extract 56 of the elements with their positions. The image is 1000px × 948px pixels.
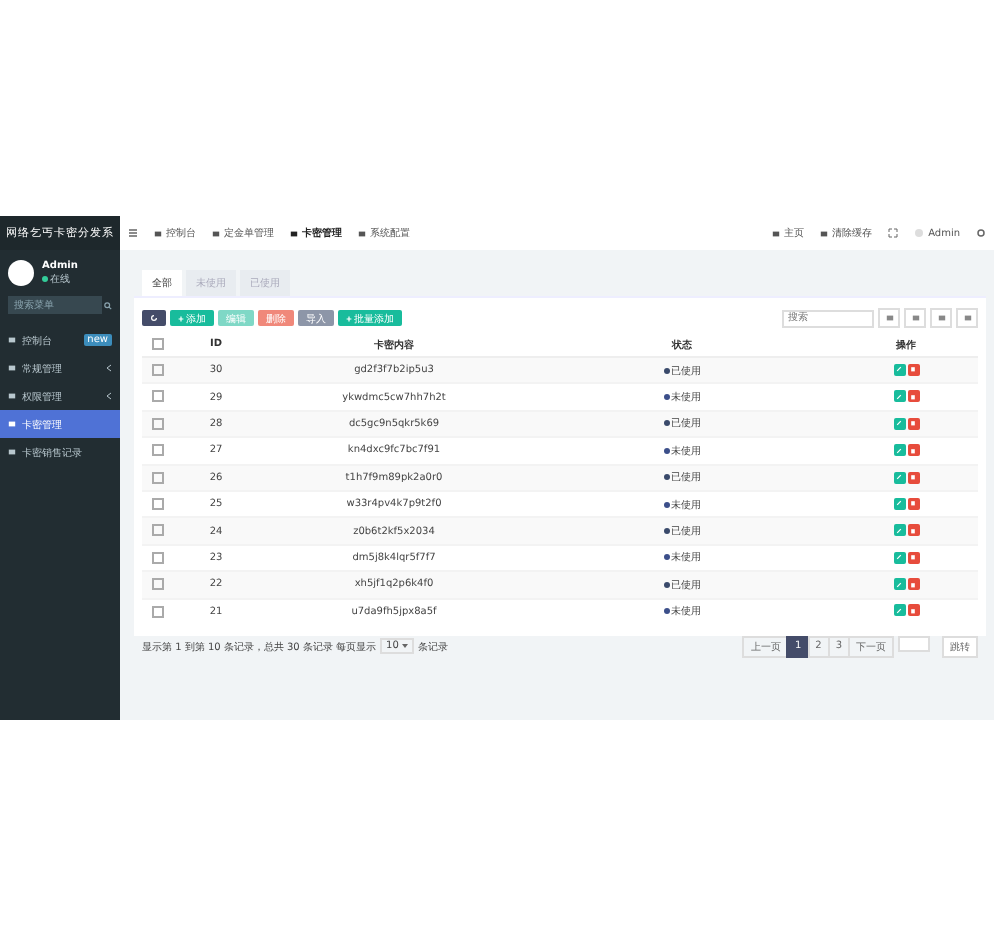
row-checkbox[interactable] (152, 417, 164, 430)
avatar (8, 260, 34, 286)
row-checkbox[interactable] (152, 578, 164, 591)
pencil-icon (896, 500, 902, 507)
edit-button[interactable] (893, 471, 905, 483)
edit-button[interactable] (893, 578, 905, 591)
delete-button[interactable] (907, 363, 919, 376)
row-checkbox[interactable] (152, 524, 164, 537)
avatar-icon (914, 228, 925, 238)
delete-button[interactable] (907, 551, 919, 564)
pencil-icon (896, 581, 902, 588)
fullscreen-icon[interactable] (888, 228, 899, 238)
pencil-icon (896, 366, 902, 373)
pencil-icon (896, 607, 902, 614)
delete-button[interactable] (907, 444, 919, 457)
delete-button[interactable] (907, 604, 919, 617)
row-checkbox[interactable] (152, 364, 164, 376)
row-checkbox[interactable] (152, 497, 164, 510)
row-checkbox[interactable] (152, 551, 164, 564)
pencil-icon (896, 554, 902, 561)
delete-button[interactable] (907, 578, 919, 591)
toggle-button[interactable] (930, 308, 952, 328)
delete-button[interactable] (907, 471, 919, 483)
refresh-button[interactable] (142, 310, 166, 326)
pencil-icon (896, 393, 902, 400)
search-button[interactable] (956, 308, 978, 328)
edit-button[interactable] (893, 390, 905, 403)
export-button[interactable] (904, 308, 926, 328)
delete-button[interactable] (907, 524, 919, 537)
delete-button[interactable] (907, 497, 919, 510)
edit-button[interactable] (893, 417, 905, 430)
columns-button[interactable] (878, 308, 900, 328)
delete-button[interactable] (907, 417, 919, 430)
plus-icon (346, 315, 352, 321)
edit-button[interactable] (893, 363, 905, 376)
plus-icon (178, 315, 184, 321)
edit-button[interactable] (893, 604, 905, 617)
edit-button[interactable] (893, 551, 905, 564)
online-dot-icon (42, 276, 48, 282)
edit-button[interactable] (893, 444, 905, 457)
pencil-icon (896, 474, 902, 480)
edit-button[interactable] (893, 524, 905, 537)
delete-button[interactable] (907, 390, 919, 403)
edit-button[interactable] (893, 497, 905, 510)
page-input[interactable] (898, 635, 930, 652)
row-checkbox[interactable] (152, 471, 164, 484)
refresh-icon (150, 314, 158, 322)
row-checkbox[interactable] (152, 390, 164, 403)
pencil-icon (896, 527, 902, 534)
caret-icon (402, 644, 408, 649)
pencil-icon (896, 420, 902, 427)
row-checkbox[interactable] (152, 605, 164, 618)
pencil-icon (896, 447, 902, 454)
select-all-checkbox[interactable] (152, 337, 164, 350)
row-checkbox[interactable] (152, 444, 164, 457)
menu-icon[interactable] (128, 228, 138, 238)
